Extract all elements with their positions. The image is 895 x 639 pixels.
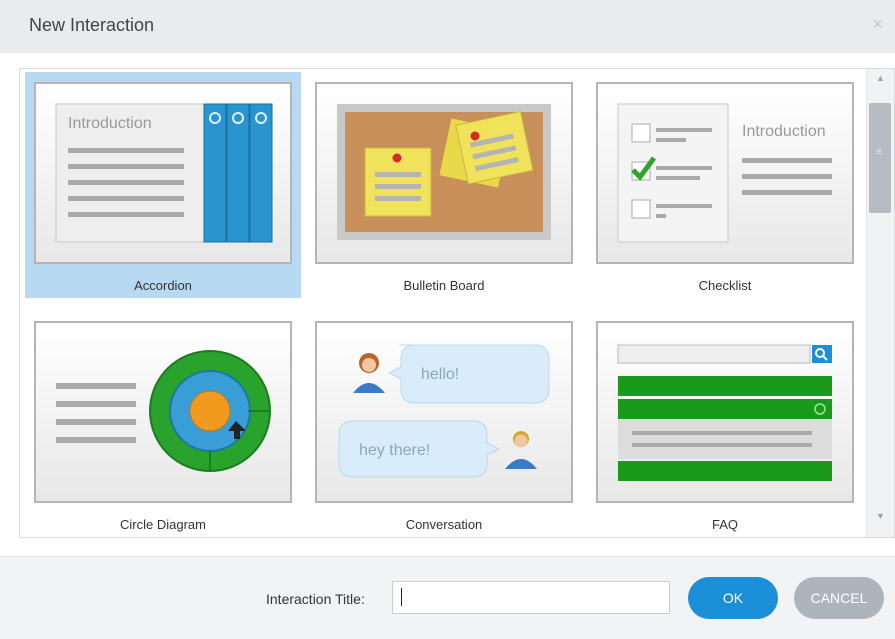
tile-label: Accordion <box>134 278 192 293</box>
faq-thumbnail <box>596 321 854 503</box>
interaction-title-input[interactable] <box>392 581 670 614</box>
gallery-scrollbar[interactable]: ▲ ≡ ▼ <box>866 69 894 537</box>
ok-button[interactable]: OK <box>688 577 778 619</box>
interaction-tile-circle-diagram[interactable]: Circle Diagram <box>25 311 301 537</box>
interaction-title-label: Interaction Title: <box>266 591 365 607</box>
tile-label: Conversation <box>405 517 483 532</box>
conversation-illustration: hello! hey there! <box>338 344 550 478</box>
tile-label: Checklist <box>698 278 752 293</box>
tile-label: Bulletin Board <box>403 278 485 293</box>
checklist-thumb-heading: Introduction <box>742 123 826 140</box>
scroll-up-icon[interactable]: ▲ <box>867 73 894 93</box>
conversation-bubble-hello: hello! <box>421 366 459 383</box>
grip-icon: ≡ <box>876 147 882 158</box>
checklist-illustration: Introduction <box>617 103 832 243</box>
interaction-tile-accordion[interactable]: Introduction Accordion <box>25 72 301 298</box>
faq-illustration <box>617 344 832 481</box>
circle-diagram-thumbnail <box>34 321 292 503</box>
conversation-thumbnail: hello! hey there! <box>315 321 573 503</box>
interaction-gallery: Introduction Accordion Bulletin Board In… <box>19 68 895 538</box>
bulletin-board-thumbnail <box>315 82 573 264</box>
dialog-title: New Interaction <box>29 15 155 35</box>
close-icon[interactable]: × <box>872 14 883 35</box>
tile-label: Circle Diagram <box>120 517 206 532</box>
interaction-tile-faq[interactable]: FAQ <box>587 311 863 537</box>
accordion-illustration: Introduction <box>55 103 273 243</box>
interaction-tile-bulletin-board[interactable]: Bulletin Board <box>306 72 582 298</box>
text-cursor <box>401 588 402 606</box>
circle-diagram-illustration <box>56 350 271 472</box>
interaction-tile-checklist[interactable]: Introduction Checklist <box>587 72 863 298</box>
new-interaction-dialog: New Interaction × Introduction Accordion… <box>0 0 895 639</box>
conversation-bubble-hey-there: hey there! <box>359 442 430 459</box>
dialog-titlebar: New Interaction × <box>0 0 895 53</box>
scrollbar-thumb[interactable]: ≡ <box>869 103 891 213</box>
cancel-button[interactable]: CANCEL <box>794 577 884 619</box>
interaction-tile-conversation[interactable]: hello! hey there! Conversation <box>306 311 582 537</box>
bulletin-board-illustration <box>337 104 551 240</box>
accordion-thumb-heading: Introduction <box>68 115 152 132</box>
dialog-footer: Interaction Title: OK CANCEL <box>0 556 895 639</box>
checklist-thumbnail: Introduction <box>596 82 854 264</box>
scroll-down-icon[interactable]: ▼ <box>867 511 894 531</box>
accordion-thumbnail: Introduction <box>34 82 292 264</box>
tile-label: FAQ <box>711 517 738 532</box>
